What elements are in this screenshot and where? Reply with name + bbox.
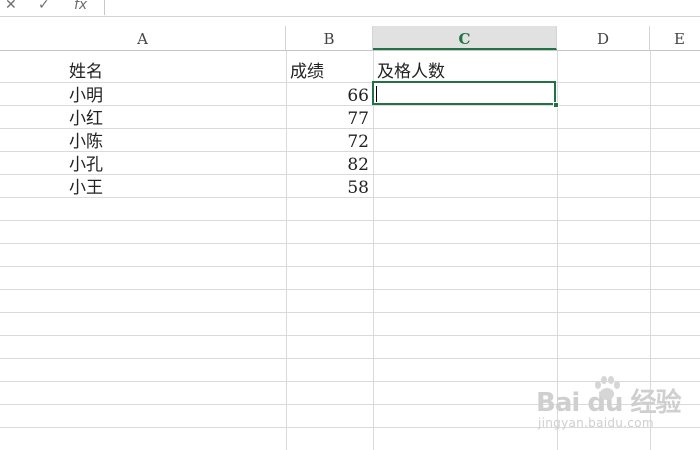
insert-function-button[interactable]: fx bbox=[74, 0, 87, 13]
cell-a6[interactable]: 小王 bbox=[69, 176, 103, 198]
column-header-d[interactable]: D bbox=[557, 26, 650, 50]
column-header-e[interactable]: E bbox=[650, 26, 700, 50]
formula-input[interactable] bbox=[104, 0, 700, 15]
check-icon[interactable]: ✓ bbox=[38, 0, 50, 13]
cell-b1[interactable]: 成绩 bbox=[290, 60, 324, 82]
close-icon[interactable]: ✕ bbox=[5, 0, 17, 13]
cell-c1[interactable]: 及格人数 bbox=[377, 60, 445, 82]
cell-a3[interactable]: 小红 bbox=[69, 107, 103, 129]
cell-a2[interactable]: 小明 bbox=[69, 84, 103, 106]
cell-b5[interactable]: 82 bbox=[290, 153, 369, 175]
text-cursor bbox=[376, 86, 377, 102]
column-gridline bbox=[557, 51, 558, 450]
toolbar-gap bbox=[0, 17, 700, 25]
column-gridline bbox=[373, 51, 374, 450]
row-gridline bbox=[0, 312, 700, 313]
row-gridline bbox=[0, 427, 700, 428]
column-header-b[interactable]: B bbox=[286, 26, 373, 50]
row-gridline bbox=[0, 220, 700, 221]
row-gridline bbox=[0, 335, 700, 336]
formula-bar: ✕ ✓ fx bbox=[0, 0, 700, 17]
column-gridline bbox=[286, 51, 287, 450]
column-header-row: A B C D E bbox=[0, 26, 700, 51]
row-gridline bbox=[0, 289, 700, 290]
cell-b2[interactable]: 66 bbox=[290, 84, 369, 106]
column-header-a[interactable]: A bbox=[0, 26, 286, 50]
cell-a4[interactable]: 小陈 bbox=[69, 130, 103, 152]
row-gridline bbox=[0, 266, 700, 267]
cell-b4[interactable]: 72 bbox=[290, 130, 369, 152]
cell-a5[interactable]: 小孔 bbox=[69, 153, 103, 175]
cell-a1[interactable]: 姓名 bbox=[69, 60, 103, 82]
row-gridline bbox=[0, 381, 700, 382]
row-gridline bbox=[0, 404, 700, 405]
cell-b3[interactable]: 77 bbox=[290, 107, 369, 129]
active-cell-c2[interactable] bbox=[372, 81, 556, 105]
column-gridline bbox=[650, 51, 651, 450]
row-gridline bbox=[0, 243, 700, 244]
fill-handle[interactable] bbox=[553, 102, 559, 108]
row-gridline bbox=[0, 82, 700, 83]
cell-b6[interactable]: 58 bbox=[290, 176, 369, 198]
column-header-c[interactable]: C bbox=[373, 26, 557, 50]
row-gridline bbox=[0, 358, 700, 359]
